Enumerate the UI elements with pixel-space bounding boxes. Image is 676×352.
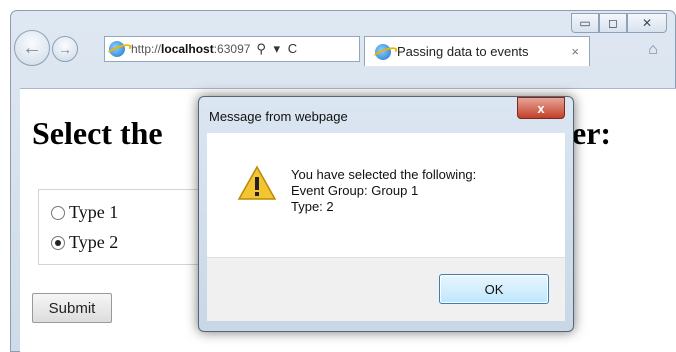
tab-page-icon [375,43,391,60]
radio-label: Type 2 [69,232,119,252]
back-button[interactable]: ← [14,30,50,66]
dialog-body: You have selected the following: Event G… [207,133,565,257]
window-controls: ▭ ◻ ✕ [571,13,667,33]
forward-arrow-icon: → [58,41,72,57]
radio-option-type-2[interactable]: Type 2 [51,232,118,253]
dialog-message-line: Event Group: Group 1 [291,183,419,198]
message-dialog: Message from webpage x You have selected… [198,96,574,332]
address-actions[interactable]: ⚲ ▾ C [256,41,299,57]
radio-group: Type 1 Type 2 [38,189,218,265]
warning-icon [237,165,277,200]
maximize-button[interactable]: ◻ [599,13,627,33]
radio-option-type-1[interactable]: Type 1 [51,202,118,223]
dialog-title: Message from webpage [209,109,348,124]
radio-button-checked[interactable] [51,235,65,250]
browser-tab[interactable]: Passing data to events × [364,36,590,66]
page-heading-end: er: [572,115,612,151]
home-icon[interactable]: ⌂ [640,38,666,62]
radio-button[interactable] [51,205,65,220]
tab-label: Passing data to events [397,44,529,59]
back-arrow-icon: ← [22,36,42,59]
tab-close-icon[interactable]: × [571,44,579,59]
window-close-button[interactable]: ✕ [627,13,667,33]
minimize-button[interactable]: ▭ [571,13,599,33]
submit-button[interactable]: Submit [32,293,112,323]
ie-page-icon [109,41,125,57]
dialog-close-button[interactable]: x [517,97,565,119]
ok-button[interactable]: OK [439,274,549,304]
forward-button[interactable]: → [52,36,78,62]
dialog-message-line: Type: 2 [291,199,334,214]
address-url: http://localhost:63097 [131,42,251,56]
dialog-footer: OK [207,257,565,321]
address-bar[interactable]: http://localhost:63097 ⚲ ▾ C [104,36,360,62]
dialog-message: You have selected the following: Event G… [291,167,476,215]
radio-label: Type 1 [69,202,119,222]
dialog-message-line: You have selected the following: [291,167,477,182]
page-heading: Select the [32,115,163,151]
